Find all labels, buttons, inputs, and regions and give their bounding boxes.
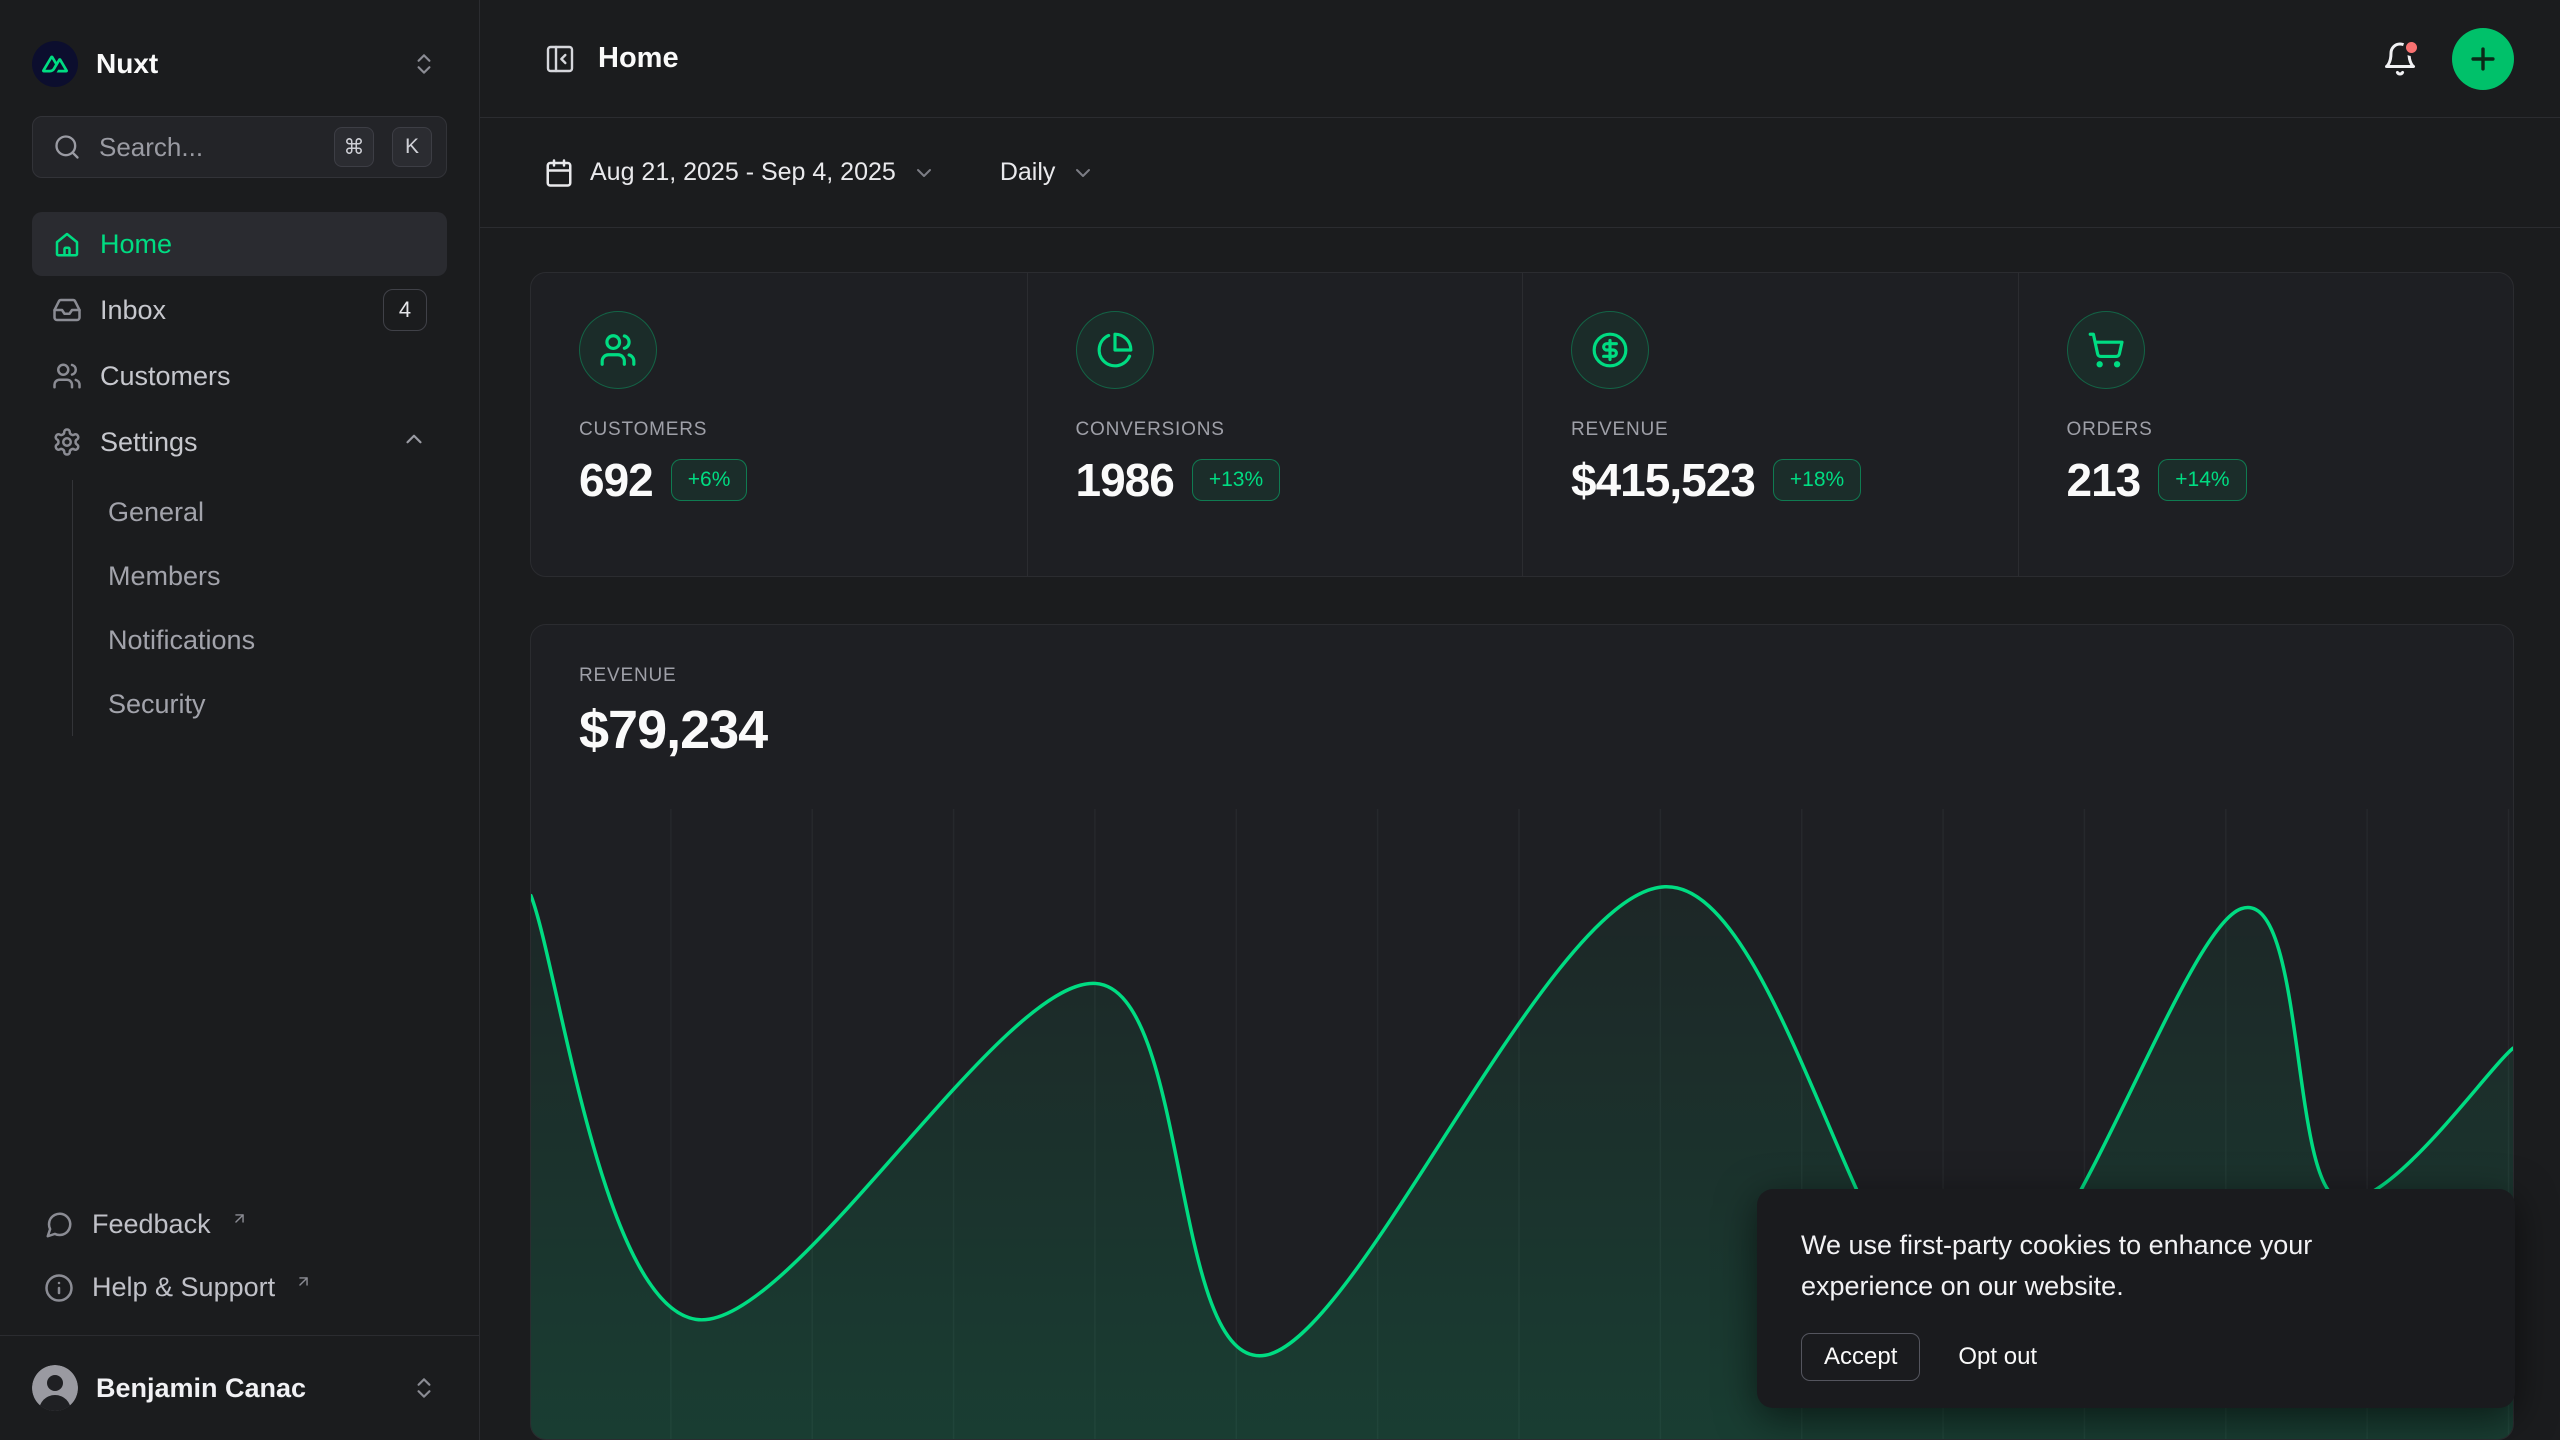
search-input[interactable]: Search... ⌘ K xyxy=(32,116,447,178)
cart-icon xyxy=(2067,311,2145,389)
users-icon xyxy=(52,361,82,391)
chevrons-up-down-icon xyxy=(411,1375,437,1401)
stat-change-badge: +13% xyxy=(1192,459,1280,501)
sidebar-item-label: Home xyxy=(100,229,172,260)
sidebar-item-home[interactable]: Home xyxy=(32,212,447,276)
help-support-label: Help & Support xyxy=(92,1272,275,1303)
sidebar-item-label: Settings xyxy=(100,427,198,458)
chevron-up-icon xyxy=(401,426,427,459)
page-title: Home xyxy=(598,42,679,75)
stat-change-badge: +6% xyxy=(671,459,748,501)
settings-submenu: General Members Notifications Security xyxy=(72,480,447,736)
pie-chart-icon xyxy=(1076,311,1154,389)
sidebar-item-inbox[interactable]: Inbox 4 xyxy=(32,278,447,342)
stat-value: 692 xyxy=(579,453,653,507)
feedback-label: Feedback xyxy=(92,1209,211,1240)
search-icon xyxy=(53,133,81,161)
date-range-value: Aug 21, 2025 - Sep 4, 2025 xyxy=(590,158,896,187)
user-menu[interactable]: Benjamin Canac xyxy=(32,1354,447,1422)
cookie-banner: We use first-party cookies to enhance yo… xyxy=(1757,1189,2515,1408)
revenue-panel-label: REVENUE xyxy=(579,665,2465,687)
revenue-panel-value: $79,234 xyxy=(579,699,2465,761)
workspace-selector[interactable]: Nuxt xyxy=(32,20,447,108)
external-link-icon xyxy=(231,1203,248,1234)
users-icon xyxy=(579,311,657,389)
stat-label: CUSTOMERS xyxy=(579,419,1027,441)
collapse-sidebar-button[interactable] xyxy=(544,43,576,75)
add-button[interactable] xyxy=(2452,28,2514,90)
gear-icon xyxy=(52,427,82,457)
panel-left-close-icon xyxy=(544,43,576,75)
sidebar-item-label: Inbox xyxy=(100,295,166,326)
user-name: Benjamin Canac xyxy=(96,1373,306,1404)
help-support-link[interactable]: Help & Support xyxy=(32,1256,447,1319)
stats-card: CUSTOMERS 692 +6% CONVERSIONS 1986 +13% xyxy=(530,272,2514,577)
stat-label: REVENUE xyxy=(1571,419,2018,441)
accept-cookies-button[interactable]: Accept xyxy=(1801,1333,1920,1381)
chat-bubble-icon xyxy=(44,1210,74,1240)
sidebar: Nuxt Search... ⌘ K Home Inbox 4 Cust xyxy=(0,0,480,1440)
chevron-down-icon xyxy=(912,161,936,185)
sidebar-nav: Home Inbox 4 Customers Settings General xyxy=(32,212,447,736)
optout-cookies-button[interactable]: Opt out xyxy=(1954,1334,2041,1380)
inbox-count-badge: 4 xyxy=(383,289,427,331)
notifications-button[interactable] xyxy=(2382,41,2418,77)
sidebar-item-settings[interactable]: Settings xyxy=(32,410,447,474)
notification-dot xyxy=(2403,39,2420,56)
nuxt-logo-icon xyxy=(32,41,78,87)
kbd-k: K xyxy=(392,127,432,167)
app-name: Nuxt xyxy=(96,48,158,80)
stat-change-badge: +18% xyxy=(1773,459,1861,501)
home-icon xyxy=(52,229,82,259)
stat-customers: CUSTOMERS 692 +6% xyxy=(531,273,1027,576)
sidebar-subitem-members[interactable]: Members xyxy=(73,544,447,608)
dollar-circle-icon xyxy=(1571,311,1649,389)
period-value: Daily xyxy=(1000,158,1056,187)
stat-value: 1986 xyxy=(1076,453,1174,507)
plus-icon xyxy=(2466,42,2500,76)
topbar: Home xyxy=(480,0,2560,118)
date-range-picker[interactable]: Aug 21, 2025 - Sep 4, 2025 xyxy=(544,158,936,188)
stat-change-badge: +14% xyxy=(2158,459,2246,501)
stat-revenue: REVENUE $415,523 +18% xyxy=(1522,273,2018,576)
search-placeholder: Search... xyxy=(99,132,316,163)
external-link-icon xyxy=(295,1266,312,1297)
stat-conversions: CONVERSIONS 1986 +13% xyxy=(1027,273,1523,576)
inbox-icon xyxy=(52,295,82,325)
stat-orders: ORDERS 213 +14% xyxy=(2018,273,2514,576)
period-select[interactable]: Daily xyxy=(1000,158,1096,187)
stat-label: CONVERSIONS xyxy=(1076,419,1523,441)
sidebar-subitem-security[interactable]: Security xyxy=(73,672,447,736)
chevron-down-icon xyxy=(1071,161,1095,185)
sidebar-item-label: Customers xyxy=(100,361,231,392)
info-icon xyxy=(44,1273,74,1303)
sidebar-subitem-general[interactable]: General xyxy=(73,480,447,544)
controls-row: Aug 21, 2025 - Sep 4, 2025 Daily xyxy=(480,118,2560,228)
stat-value: 213 xyxy=(2067,453,2141,507)
stat-value: $415,523 xyxy=(1571,453,1755,507)
sidebar-subitem-notifications[interactable]: Notifications xyxy=(73,608,447,672)
cookie-message: We use first-party cookies to enhance yo… xyxy=(1801,1225,2401,1307)
kbd-meta: ⌘ xyxy=(334,127,374,167)
feedback-link[interactable]: Feedback xyxy=(32,1193,447,1256)
avatar xyxy=(32,1365,78,1411)
stat-label: ORDERS xyxy=(2067,419,2514,441)
sidebar-item-customers[interactable]: Customers xyxy=(32,344,447,408)
calendar-icon xyxy=(544,158,574,188)
chevrons-up-down-icon[interactable] xyxy=(411,51,437,77)
